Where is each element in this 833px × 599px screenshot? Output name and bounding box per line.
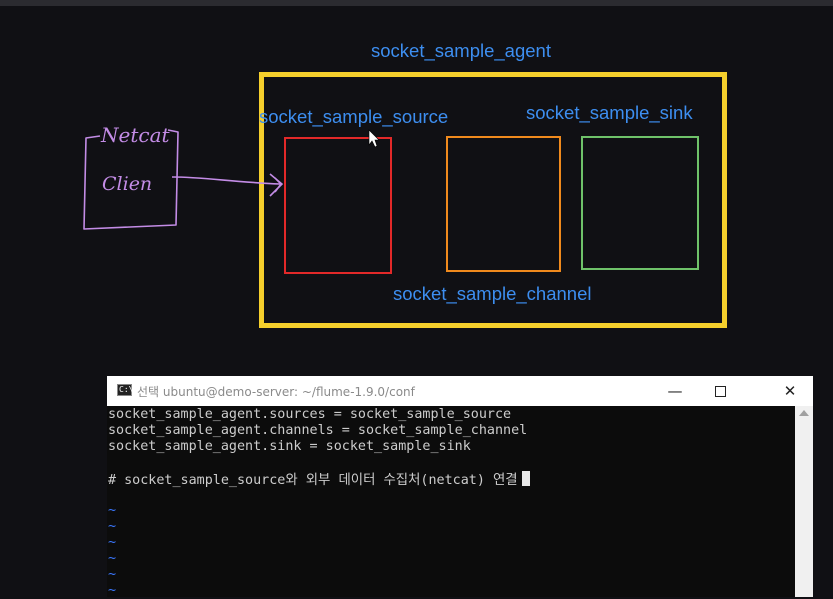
config-line-channels: socket_sample_agent.channels = socket_sa… [108, 423, 528, 438]
comment-line: # socket_sample_source와 외부 데이터 수집처(netca… [108, 471, 530, 489]
empty-line-tilde: ~ [108, 519, 117, 534]
arrow-line [171, 176, 281, 185]
vertical-scrollbar[interactable] [795, 406, 813, 597]
client-title: Netcat [100, 123, 170, 147]
maximize-button[interactable] [697, 376, 743, 406]
comment-text: # socket_sample_source와 외부 데이터 수집처(netca… [108, 473, 518, 488]
minimize-button[interactable]: — [652, 376, 698, 406]
config-line-sink: socket_sample_agent.sink = socket_sample… [108, 439, 471, 454]
maximize-icon [714, 386, 726, 397]
empty-line-tilde: ~ [108, 567, 117, 582]
console-icon: C:\ [117, 384, 134, 396]
text-cursor [521, 471, 530, 486]
client-label: Clien [102, 173, 152, 195]
terminal-window[interactable]: C:\ 선택 ubuntu@demo-server: ~/flume-1.9.0… [107, 376, 813, 598]
scroll-up-arrow-icon[interactable] [799, 410, 809, 416]
arrow-head [269, 173, 284, 197]
empty-line-tilde: ~ [108, 551, 117, 566]
close-button[interactable]: ✕ [767, 376, 813, 406]
terminal-title: 선택 ubuntu@demo-server: ~/flume-1.9.0/con… [137, 385, 415, 399]
empty-line-tilde: ~ [108, 535, 117, 550]
empty-line-tilde: ~ [108, 503, 117, 518]
config-line-sources: socket_sample_agent.sources = socket_sam… [108, 407, 512, 422]
terminal-body[interactable]: socket_sample_agent.sources = socket_sam… [107, 406, 795, 598]
mouse-cursor-icon [368, 129, 380, 148]
terminal-titlebar[interactable]: C:\ 선택 ubuntu@demo-server: ~/flume-1.9.0… [107, 376, 813, 406]
